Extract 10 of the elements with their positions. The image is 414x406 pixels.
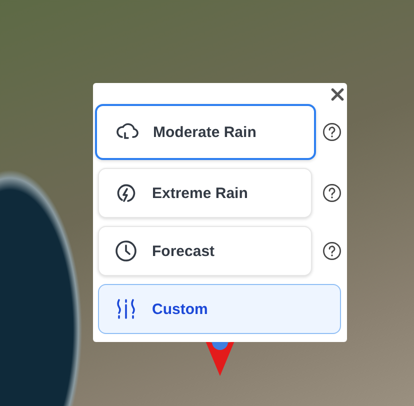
help-icon[interactable] [322, 241, 342, 261]
option-button[interactable]: Extreme Rain [98, 168, 312, 218]
option-icon [114, 297, 138, 321]
option-icon [114, 239, 138, 263]
option-button[interactable]: Custom [98, 284, 341, 334]
close-icon[interactable] [331, 88, 344, 101]
help-icon[interactable] [322, 183, 342, 203]
help-icon[interactable] [322, 122, 342, 142]
option-button[interactable]: Moderate Rain [95, 104, 316, 160]
option-button[interactable]: Forecast [98, 226, 312, 276]
